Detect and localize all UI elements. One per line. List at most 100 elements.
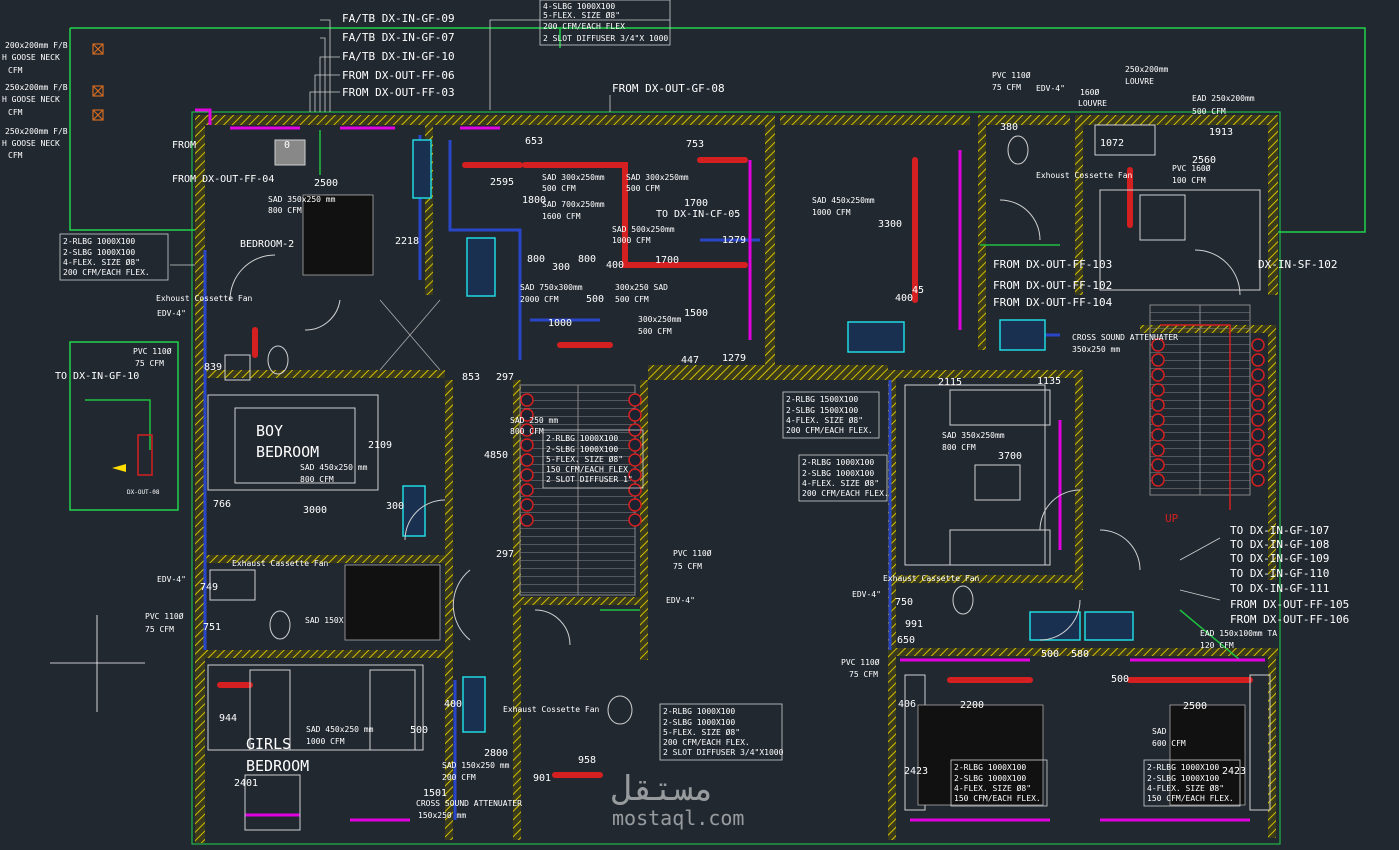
dimension-label: 380 <box>1000 122 1018 133</box>
air-outlet <box>1151 428 1165 442</box>
top-box-line-3: 200 CFM/EACH FLEX <box>543 22 625 31</box>
callout-gf09: FA/TB DX-IN-GF-09 <box>342 12 455 25</box>
dimension-label: 2800 <box>484 748 508 759</box>
dimension-label: 2200 <box>960 700 984 711</box>
dimension-label: 300 <box>386 501 404 512</box>
box3-line-3: 4-FLEX. SIZE Ø8" <box>802 478 879 488</box>
box5-line-3: 5-FLEX. SIZE Ø8" <box>663 727 740 737</box>
box3-line-1: 2-RLBG 1000X100 <box>802 458 874 467</box>
exhaust-fan-4: Exhoust Cossette Fan <box>1036 171 1133 180</box>
dimension-label: 3000 <box>303 505 327 516</box>
sad2: SAD 300x250mm <box>542 173 605 182</box>
dimension-label: 653 <box>525 136 543 147</box>
air-outlet <box>1151 398 1165 412</box>
callout-gf107: TO DX-IN-GF-107 <box>1230 524 1329 537</box>
dimension-label: 2560 <box>1192 155 1216 166</box>
edv-3: EDV-4" <box>666 596 695 605</box>
dimension-label: 2423 <box>1222 766 1246 777</box>
sad8b: 500 CFM <box>615 295 649 304</box>
callout-ff103: FROM DX-OUT-FF-103 <box>993 258 1112 271</box>
exhaust-fan-3: Exhaust Cossette Fan <box>503 705 600 714</box>
air-outlet <box>1251 368 1265 382</box>
dimension-label: 2401 <box>234 778 258 789</box>
box7-line-2: 2-SLBG 1000X100 <box>1147 774 1219 783</box>
dimension-label: 751 <box>203 622 221 633</box>
callout-ff06: FROM DX-OUT-FF-06 <box>342 69 455 82</box>
sad2b: 500 CFM <box>542 184 576 193</box>
sad3b: 500 CFM <box>626 184 660 193</box>
dimension-label: 749 <box>200 582 218 593</box>
dimension-label: 500 <box>410 725 428 736</box>
box2-line-4: 200 CFM/EACH FLEX. <box>786 426 873 435</box>
dimension-label: 1800 <box>522 195 546 206</box>
air-outlet <box>520 513 534 527</box>
dimension-label: 991 <box>905 619 923 630</box>
sad4b: 1600 CFM <box>542 212 581 221</box>
box4-line-4: 150 CFM/EACH FLEX <box>546 465 628 474</box>
box4-line-2: 2-SLBG 1000X100 <box>546 445 618 454</box>
dimension-label: 1500 <box>684 308 708 319</box>
dimension-label: 853 <box>462 372 480 383</box>
air-outlet <box>1151 443 1165 457</box>
box4-line-5: 2 SLOT DIFFUSER 1" <box>546 475 633 484</box>
air-outlet <box>1151 383 1165 397</box>
dimension-label: 766 <box>213 499 231 510</box>
top-box-line-4: 2 SLOT DIFFUSER 3/4"X 1000 <box>543 34 668 43</box>
box6-line-1: 2-RLBG 1000X100 <box>954 763 1026 772</box>
box2-line-2: 2-SLBG 1500X100 <box>786 406 858 415</box>
dimension-label: 400 <box>444 699 462 710</box>
pvc-4: PVC 110Ø <box>992 70 1031 80</box>
air-outlet <box>1251 383 1265 397</box>
edv-5: EDV-4" <box>852 590 881 599</box>
dimension-label: 500 <box>586 294 604 305</box>
label-from-ff04: FROM DX-OUT-FF-04 <box>172 174 274 185</box>
sad9: 300x250mm <box>638 315 682 324</box>
air-outlet <box>520 483 534 497</box>
box1-line-3: 4-FLEX. SIZE Ø8" <box>63 257 140 267</box>
watermark-url: mostaql.com <box>612 806 744 830</box>
dimension-label: 297 <box>496 549 514 560</box>
dimension-label: 1913 <box>1209 127 1233 138</box>
box6-line-2: 2-SLBG 1000X100 <box>954 774 1026 783</box>
air-outlet <box>1251 458 1265 472</box>
outdoor-unit-dx-out-08 <box>112 434 153 476</box>
pvc-3: PVC 110Ø <box>673 548 712 558</box>
box7-line-3: 4-FLEX. SIZE Ø8" <box>1147 783 1224 793</box>
air-outlet <box>1251 353 1265 367</box>
dimension-label: 800 <box>578 254 596 265</box>
left-note-3: CFM <box>8 66 23 75</box>
dimension-label: 580 <box>1071 649 1089 660</box>
callout-ff03: FROM DX-OUT-FF-03 <box>342 86 455 99</box>
sad4: SAD 700x250mm <box>542 200 605 209</box>
dimension-label: 958 <box>578 755 596 766</box>
air-outlet <box>628 513 642 527</box>
ead-2b: 120 CFM <box>1200 641 1234 650</box>
callout-ff104: FROM DX-OUT-FF-104 <box>993 296 1113 309</box>
air-outlet <box>628 498 642 512</box>
box7-line-1: 2-RLBG 1000X100 <box>1147 763 1219 772</box>
sad7b: 2000 CFM <box>520 295 559 304</box>
dimension-label: 2595 <box>490 177 514 188</box>
dimension-label: 1000 <box>548 318 572 329</box>
dimension-label: 800 <box>527 254 545 265</box>
sad10: SAD 350x250mm <box>942 431 1005 440</box>
sad5: SAD 500x250mm <box>612 225 675 234</box>
air-outlet <box>1251 443 1265 457</box>
ead-1: EAD 250x200mm <box>1192 94 1255 103</box>
sad1b: 800 CFM <box>268 206 302 215</box>
callout-gf10: FA/TB DX-IN-GF-10 <box>342 50 455 63</box>
sad13b: 600 CFM <box>1152 739 1186 748</box>
label-dx-out-08: DX-OUT-08 <box>127 489 160 496</box>
dimension-label: 650 <box>897 635 915 646</box>
watermark-arabic: مستقل <box>612 769 714 809</box>
air-outlet <box>628 438 642 452</box>
left-note-6: CFM <box>8 108 23 117</box>
air-outlet <box>1251 338 1265 352</box>
room-girls-line-2: BEDROOM <box>246 757 309 775</box>
dimension-label: 2500 <box>314 178 338 189</box>
dimension-label: 297 <box>496 372 514 383</box>
dimension-label: 1072 <box>1100 138 1124 149</box>
air-outlet <box>1151 413 1165 427</box>
sad5b: 1000 CFM <box>612 236 651 245</box>
air-outlet <box>628 483 642 497</box>
